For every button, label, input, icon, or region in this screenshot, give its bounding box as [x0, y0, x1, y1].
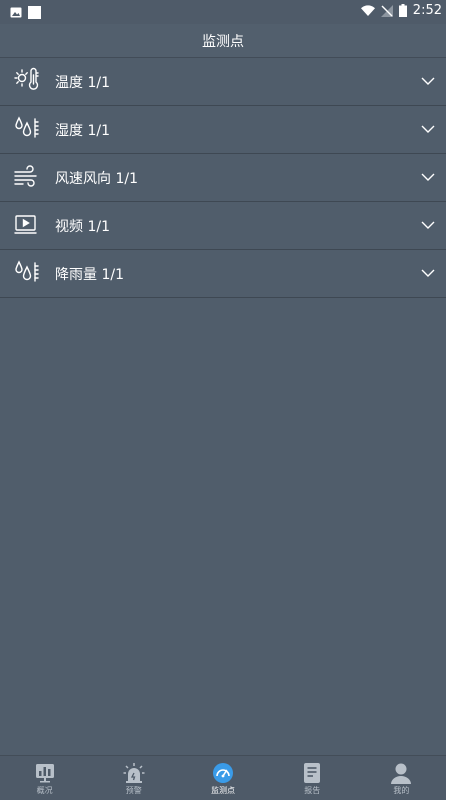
- tab-alerts[interactable]: 预警: [89, 756, 178, 800]
- battery-icon: [398, 4, 407, 17]
- list-item-humidity[interactable]: 湿度 1/1: [0, 106, 446, 154]
- monitor-point-list: 温度 1/1 湿度 1/1 风速风向 1/1 视频 1/1 降雨量 1/1: [0, 58, 446, 298]
- bottom-tab-bar: 概况 预警 监测点 报告 我的: [0, 755, 446, 800]
- image-notification-icon: [10, 7, 22, 17]
- list-item-label: 温度 1/1: [55, 75, 110, 91]
- user-icon: [391, 763, 412, 784]
- page-title: 监测点: [0, 24, 446, 58]
- list-item-label: 视频 1/1: [55, 219, 110, 235]
- list-item-wind[interactable]: 风速风向 1/1: [0, 154, 446, 202]
- screen: 2:52 监测点 温度 1/1 湿度 1/1 风速风向 1/1 视频 1/1 降…: [0, 0, 446, 800]
- clock: 2:52: [412, 3, 442, 18]
- alarm-siren-icon: [123, 763, 145, 783]
- no-signal-icon: [380, 4, 393, 17]
- wifi-icon: [360, 5, 375, 16]
- tab-label: 报告: [304, 786, 321, 795]
- tab-label: 监测点: [211, 786, 235, 795]
- list-item-video[interactable]: 视频 1/1: [0, 202, 446, 250]
- rain-gauge-icon: [15, 260, 39, 282]
- humidity-drops-icon: [15, 116, 39, 138]
- gauge-icon: [213, 763, 233, 783]
- list-item-rainfall[interactable]: 降雨量 1/1: [0, 250, 446, 298]
- tab-monitor-points[interactable]: 监测点: [178, 756, 267, 800]
- video-monitor-icon: [14, 215, 37, 234]
- tab-label: 概况: [36, 786, 53, 795]
- list-item-label: 降雨量 1/1: [55, 267, 124, 283]
- tab-reports[interactable]: 报告: [268, 756, 357, 800]
- tab-overview[interactable]: 概况: [0, 756, 89, 800]
- list-item-label: 风速风向 1/1: [55, 171, 138, 187]
- tab-label: 预警: [125, 786, 142, 795]
- blank-notification-icon: [28, 5, 41, 19]
- chart-icon: [35, 764, 54, 783]
- tab-label: 我的: [393, 786, 410, 795]
- status-bar: 2:52: [0, 0, 446, 24]
- report-icon: [304, 763, 321, 783]
- list-item-temperature[interactable]: 温度 1/1: [0, 58, 446, 106]
- chevron-down-icon: [421, 77, 435, 85]
- tab-me[interactable]: 我的: [357, 756, 446, 800]
- wind-icon: [14, 165, 37, 187]
- chevron-down-icon: [421, 269, 435, 277]
- chevron-down-icon: [421, 173, 435, 181]
- chevron-down-icon: [421, 221, 435, 229]
- chevron-down-icon: [421, 125, 435, 133]
- thermometer-sun-icon: [14, 67, 39, 90]
- list-item-label: 湿度 1/1: [55, 123, 110, 139]
